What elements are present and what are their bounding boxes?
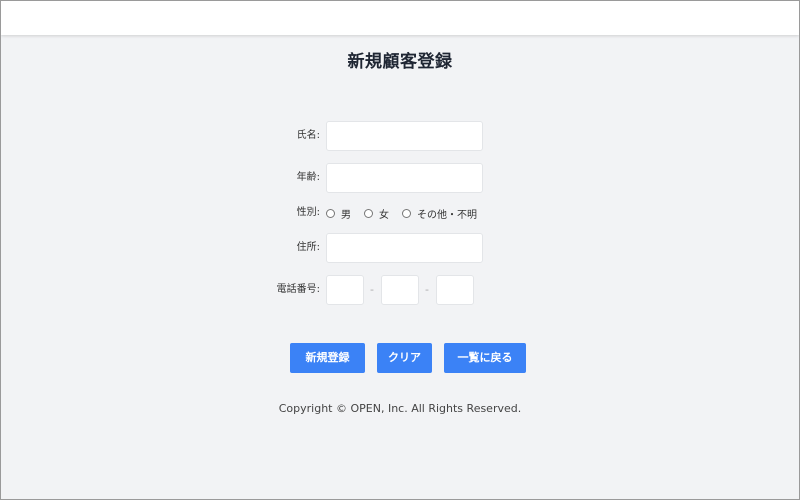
gender-option-label: その他・不明	[417, 209, 477, 221]
age-input[interactable]	[326, 163, 483, 193]
footer-copyright: Copyright © OPEN, Inc. All Rights Reserv…	[278, 402, 522, 415]
top-navbar	[1, 1, 799, 35]
name-input[interactable]	[326, 121, 483, 151]
phone-input-2[interactable]	[381, 275, 419, 305]
age-label: 年齢:	[296, 172, 320, 183]
gender-option-female[interactable]: 女	[364, 206, 389, 221]
phone-label: 電話番号:	[276, 284, 320, 295]
gender-option-other[interactable]: その他・不明	[402, 206, 477, 221]
gender-option-label: 女	[379, 209, 389, 221]
page-title: 新規顧客登録	[347, 52, 453, 72]
radio-circle-icon[interactable]	[364, 208, 373, 218]
back-to-list-button[interactable]: 一覧に戻る	[444, 343, 526, 373]
gender-radio-group: 男 女 その他・不明	[326, 206, 490, 221]
register-button[interactable]: 新規登録	[290, 343, 365, 373]
phone-separator: -	[425, 283, 429, 296]
radio-circle-icon[interactable]	[402, 208, 411, 218]
phone-row: 電話番号: - -	[0, 275, 800, 305]
address-row: 住所:	[0, 233, 800, 263]
name-label: 氏名:	[296, 130, 320, 141]
gender-label: 性別:	[296, 207, 320, 218]
phone-input-1[interactable]	[326, 275, 364, 305]
gender-option-label: 男	[341, 209, 351, 221]
address-input[interactable]	[326, 233, 483, 263]
radio-circle-icon[interactable]	[326, 208, 335, 218]
phone-input-3[interactable]	[436, 275, 474, 305]
gender-option-male[interactable]: 男	[326, 206, 351, 221]
clear-button[interactable]: クリア	[377, 343, 432, 373]
age-row: 年齢:	[0, 163, 800, 193]
phone-separator: -	[370, 283, 374, 296]
gender-row: 性別: 男 女 その他・不明	[0, 206, 800, 221]
name-row: 氏名:	[0, 121, 800, 151]
address-label: 住所:	[296, 242, 320, 253]
